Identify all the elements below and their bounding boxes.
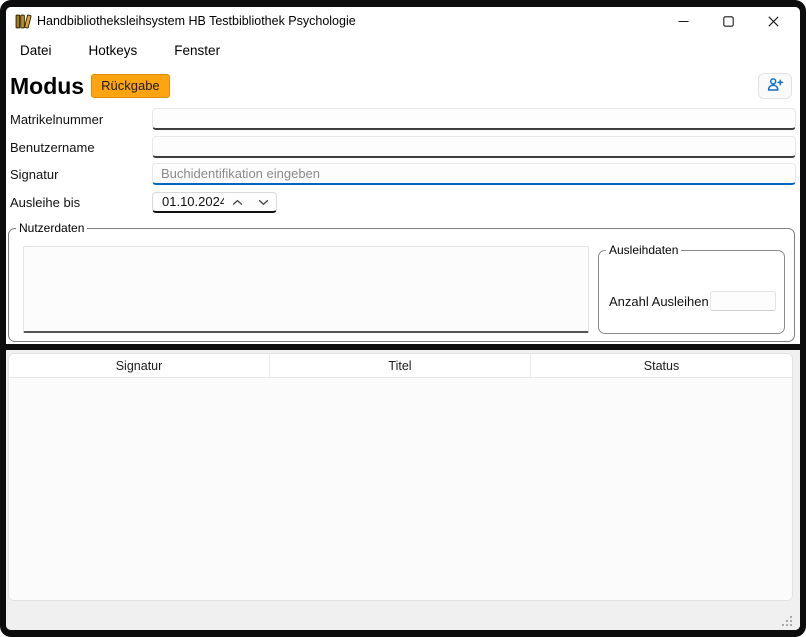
column-header-titel[interactable]: Titel [270, 354, 531, 377]
user-details-textarea[interactable] [23, 246, 589, 333]
column-header-status[interactable]: Status [531, 354, 792, 377]
menu-hotkeys[interactable]: Hotkeys [87, 40, 140, 61]
ausleihdaten-legend: Ausleihdaten [606, 243, 681, 257]
table-header-row: Signatur Titel Status [9, 354, 792, 378]
signatur-row: Signatur [10, 163, 796, 185]
table-section: Signatur Titel Status [6, 350, 800, 630]
matrikelnummer-row: Matrikelnummer [10, 108, 796, 130]
date-increment-button[interactable] [224, 193, 250, 211]
close-button[interactable] [751, 7, 796, 37]
nutzerdaten-groupbox: Nutzerdaten Ausleihdaten Anzahl Ausleihe… [8, 228, 795, 342]
signatur-label: Signatur [10, 167, 152, 182]
minimize-icon [678, 15, 689, 30]
window-content: Handbibliotheksleihsystem HB Testbibliot… [6, 7, 800, 630]
benutzername-row: Benutzername [10, 136, 796, 158]
menu-datei[interactable]: Datei [18, 40, 54, 61]
title-bar: Handbibliotheksleihsystem HB Testbibliot… [6, 7, 800, 35]
person-add-icon [767, 77, 784, 95]
maximize-icon [723, 15, 734, 30]
mode-badge: Rückgabe [91, 74, 170, 98]
close-icon [768, 15, 779, 30]
signatur-input[interactable] [152, 163, 796, 185]
table-body-empty [9, 378, 792, 601]
add-user-button[interactable] [758, 73, 792, 99]
ausleihe-bis-label: Ausleihe bis [10, 195, 152, 210]
mode-header: Modus Rückgabe [10, 69, 792, 103]
nutzerdaten-legend: Nutzerdaten [16, 221, 87, 235]
books-app-icon [15, 13, 32, 30]
matrikelnummer-input[interactable] [152, 108, 796, 130]
loans-table: Signatur Titel Status [8, 353, 793, 601]
due-date-input[interactable] [153, 194, 224, 209]
ausleihdaten-groupbox: Ausleihdaten Anzahl Ausleihen [598, 250, 785, 334]
chevron-up-icon [232, 194, 243, 209]
page-title: Modus [10, 73, 84, 100]
resize-grip-icon[interactable] [779, 613, 792, 626]
column-header-signatur[interactable]: Signatur [9, 354, 270, 377]
app-window: Handbibliotheksleihsystem HB Testbibliot… [0, 0, 806, 637]
chevron-down-icon [258, 194, 269, 209]
window-controls [661, 7, 796, 37]
ausleihe-bis-row: Ausleihe bis [10, 191, 796, 213]
window-title: Handbibliotheksleihsystem HB Testbibliot… [37, 7, 356, 35]
date-decrement-button[interactable] [250, 193, 276, 211]
anzahl-ausleihen-label: Anzahl Ausleihen [609, 294, 710, 309]
due-date-spinner[interactable] [152, 192, 277, 213]
menu-bar: Datei Hotkeys Fenster [6, 36, 800, 64]
benutzername-input[interactable] [152, 136, 796, 158]
matrikelnummer-label: Matrikelnummer [10, 112, 152, 127]
anzahl-ausleihen-input[interactable] [710, 291, 776, 311]
anzahl-ausleihen-row: Anzahl Ausleihen [609, 291, 776, 311]
minimize-button[interactable] [661, 7, 706, 37]
menu-fenster[interactable]: Fenster [172, 40, 222, 61]
benutzername-label: Benutzername [10, 140, 152, 155]
maximize-button[interactable] [706, 7, 751, 37]
